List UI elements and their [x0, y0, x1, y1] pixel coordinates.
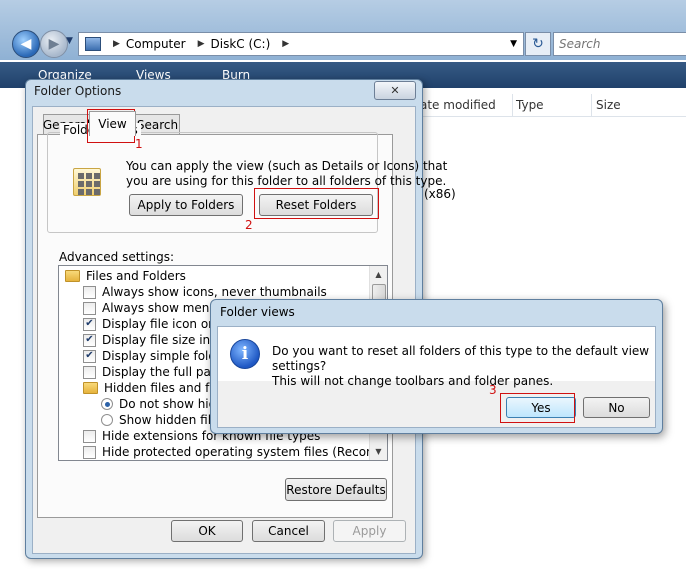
checkbox[interactable]: ✔: [83, 317, 96, 331]
advanced-setting-label: Always show menus: [102, 301, 224, 315]
column-divider[interactable]: [591, 94, 592, 116]
message-text: Do you want to reset all folders of this…: [272, 344, 655, 389]
radio-button[interactable]: [101, 398, 113, 410]
advanced-setting-label: Always show icons, never thumbnails: [102, 285, 327, 299]
advanced-setting-row[interactable]: Always show menus: [83, 300, 223, 316]
checkbox[interactable]: [83, 445, 96, 459]
close-icon: ✕: [390, 84, 400, 97]
address-bar[interactable]: ▶ Computer ▶ DiskC (C:) ▶ ▼: [78, 32, 524, 56]
checkbox[interactable]: [83, 301, 96, 315]
message-body: i Do you want to reset all folders of th…: [217, 326, 656, 428]
annotation-3: 3: [489, 383, 497, 397]
close-button[interactable]: ✕: [374, 81, 416, 100]
advanced-setting-label: Files and Folders: [86, 269, 186, 283]
folder-views-icon: [73, 168, 101, 196]
column-divider[interactable]: [512, 94, 513, 116]
info-icon: i: [230, 339, 260, 369]
message-line2: This will not change toolbars and folder…: [272, 374, 554, 388]
folder-icon: [83, 382, 98, 394]
highlight-yes-button: [500, 393, 575, 423]
advanced-setting-row[interactable]: Always show icons, never thumbnails: [83, 284, 327, 300]
tab-search[interactable]: Search: [135, 114, 180, 134]
annotation-1: 1: [135, 137, 143, 151]
history-dropdown-icon[interactable]: ▼: [66, 36, 73, 46]
breadcrumb-chevron-icon[interactable]: ▶: [198, 39, 205, 49]
dialog-title: Folder Options: [34, 84, 122, 98]
computer-icon: [85, 37, 101, 51]
checkbox[interactable]: [83, 429, 96, 443]
column-type[interactable]: Type: [516, 98, 544, 112]
breadcrumb-chevron-icon[interactable]: ▶: [282, 39, 289, 49]
breadcrumb-diskc[interactable]: DiskC (C:): [211, 37, 271, 51]
forward-button[interactable]: ▶: [40, 30, 68, 58]
message-content: i Do you want to reset all folders of th…: [218, 327, 655, 388]
column-date-modified[interactable]: ate modified: [420, 98, 496, 112]
advanced-settings-label: Advanced settings:: [59, 250, 174, 264]
folder-icon: [65, 270, 80, 282]
apply-button[interactable]: Apply: [333, 520, 406, 542]
advanced-setting-row[interactable]: Hide protected operating system files (R…: [83, 444, 387, 460]
file-list-partial-text: (x86): [424, 187, 456, 201]
column-size[interactable]: Size: [596, 98, 621, 112]
advanced-setting-label: Hide protected operating system files (R…: [102, 445, 387, 459]
scroll-down-icon[interactable]: ▼: [370, 443, 387, 460]
checkbox[interactable]: [83, 365, 96, 379]
message-line1: Do you want to reset all folders of this…: [272, 344, 650, 373]
breadcrumb-computer[interactable]: Computer: [126, 37, 186, 51]
folder-views-message-box: Folder views i Do you want to reset all …: [210, 299, 663, 434]
folder-views-desc-line1: You can apply the view (such as Details …: [126, 159, 448, 173]
checkbox[interactable]: [83, 285, 96, 299]
folder-views-desc-line2: you are using for this folder to all fol…: [126, 174, 447, 188]
message-title: Folder views: [220, 305, 295, 319]
ok-button[interactable]: OK: [171, 520, 243, 542]
no-button[interactable]: No: [583, 397, 650, 418]
breadcrumb-chevron-icon[interactable]: ▶: [113, 39, 120, 49]
highlight-reset-folders: [254, 188, 379, 219]
search-box[interactable]: [553, 32, 686, 56]
tab-label: Search: [136, 117, 179, 132]
checkbox[interactable]: ✔: [83, 333, 96, 347]
annotation-2: 2: [245, 218, 253, 232]
scroll-up-icon[interactable]: ▲: [370, 266, 387, 283]
apply-to-folders-button[interactable]: Apply to Folders: [129, 194, 243, 216]
restore-defaults-button[interactable]: Restore Defaults: [285, 478, 387, 501]
tab-view[interactable]: View: [89, 111, 136, 136]
radio-button[interactable]: [101, 414, 113, 426]
column-headers: ate modified Type Size: [420, 94, 686, 117]
checkbox[interactable]: ✔: [83, 349, 96, 363]
tab-label: View: [98, 117, 127, 131]
address-dropdown-icon[interactable]: ▼: [510, 39, 517, 49]
advanced-setting-row[interactable]: Files and Folders: [65, 268, 186, 284]
refresh-icon[interactable]: ↻: [525, 32, 551, 56]
cancel-button[interactable]: Cancel: [252, 520, 325, 542]
search-input[interactable]: [554, 33, 681, 55]
back-button[interactable]: ◀: [12, 30, 40, 58]
